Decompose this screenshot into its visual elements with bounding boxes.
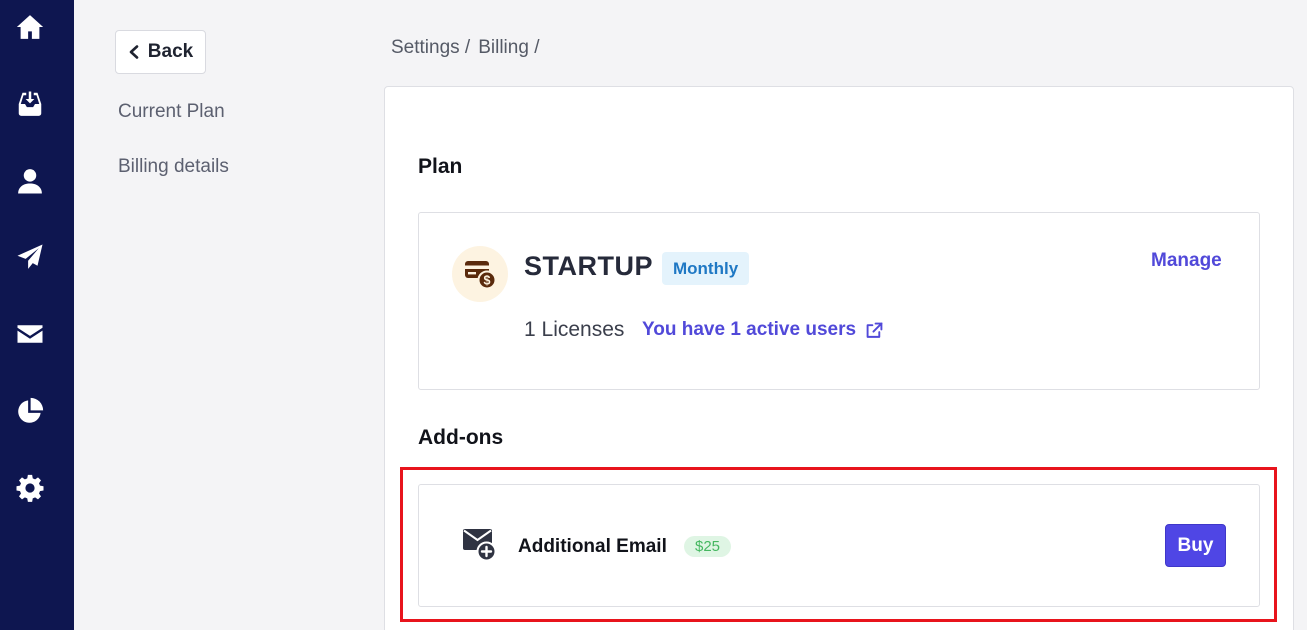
back-button[interactable]: Back [115, 30, 206, 74]
home-icon[interactable] [14, 11, 46, 43]
breadcrumb-billing[interactable]: Billing / [478, 37, 539, 59]
plan-box [418, 212, 1260, 390]
licenses-count: 1 Licenses [524, 318, 625, 341]
manage-plan-link[interactable]: Manage [1151, 250, 1222, 272]
pie-chart-icon[interactable] [14, 395, 46, 427]
plan-name: STARTUP [524, 251, 653, 281]
plan-billing-icon: $ [452, 246, 508, 302]
settings-gear-icon[interactable] [14, 472, 46, 504]
plan-section-title: Plan [418, 155, 463, 178]
nav-rail [0, 0, 74, 630]
back-button-label: Back [147, 41, 194, 62]
mail-icon[interactable] [14, 318, 46, 350]
breadcrumb: Settings / Billing / [391, 37, 539, 59]
send-icon[interactable] [14, 241, 46, 273]
active-users-label: You have 1 active users [642, 319, 857, 340]
inbox-download-icon[interactable] [14, 88, 46, 120]
breadcrumb-settings[interactable]: Settings / [391, 37, 470, 59]
svg-text:$: $ [484, 274, 491, 288]
sidebar-item-billing-details[interactable]: Billing details [118, 156, 229, 178]
plan-period-badge: Monthly [662, 252, 750, 285]
addons-section-title: Add-ons [418, 426, 504, 449]
active-users-link[interactable]: You have 1 active users [642, 319, 883, 341]
user-icon[interactable] [14, 165, 46, 197]
addon-highlight-box [400, 467, 1277, 622]
external-link-icon [866, 322, 883, 338]
chevron-left-icon [129, 45, 139, 59]
sidebar-item-current-plan[interactable]: Current Plan [118, 101, 225, 123]
